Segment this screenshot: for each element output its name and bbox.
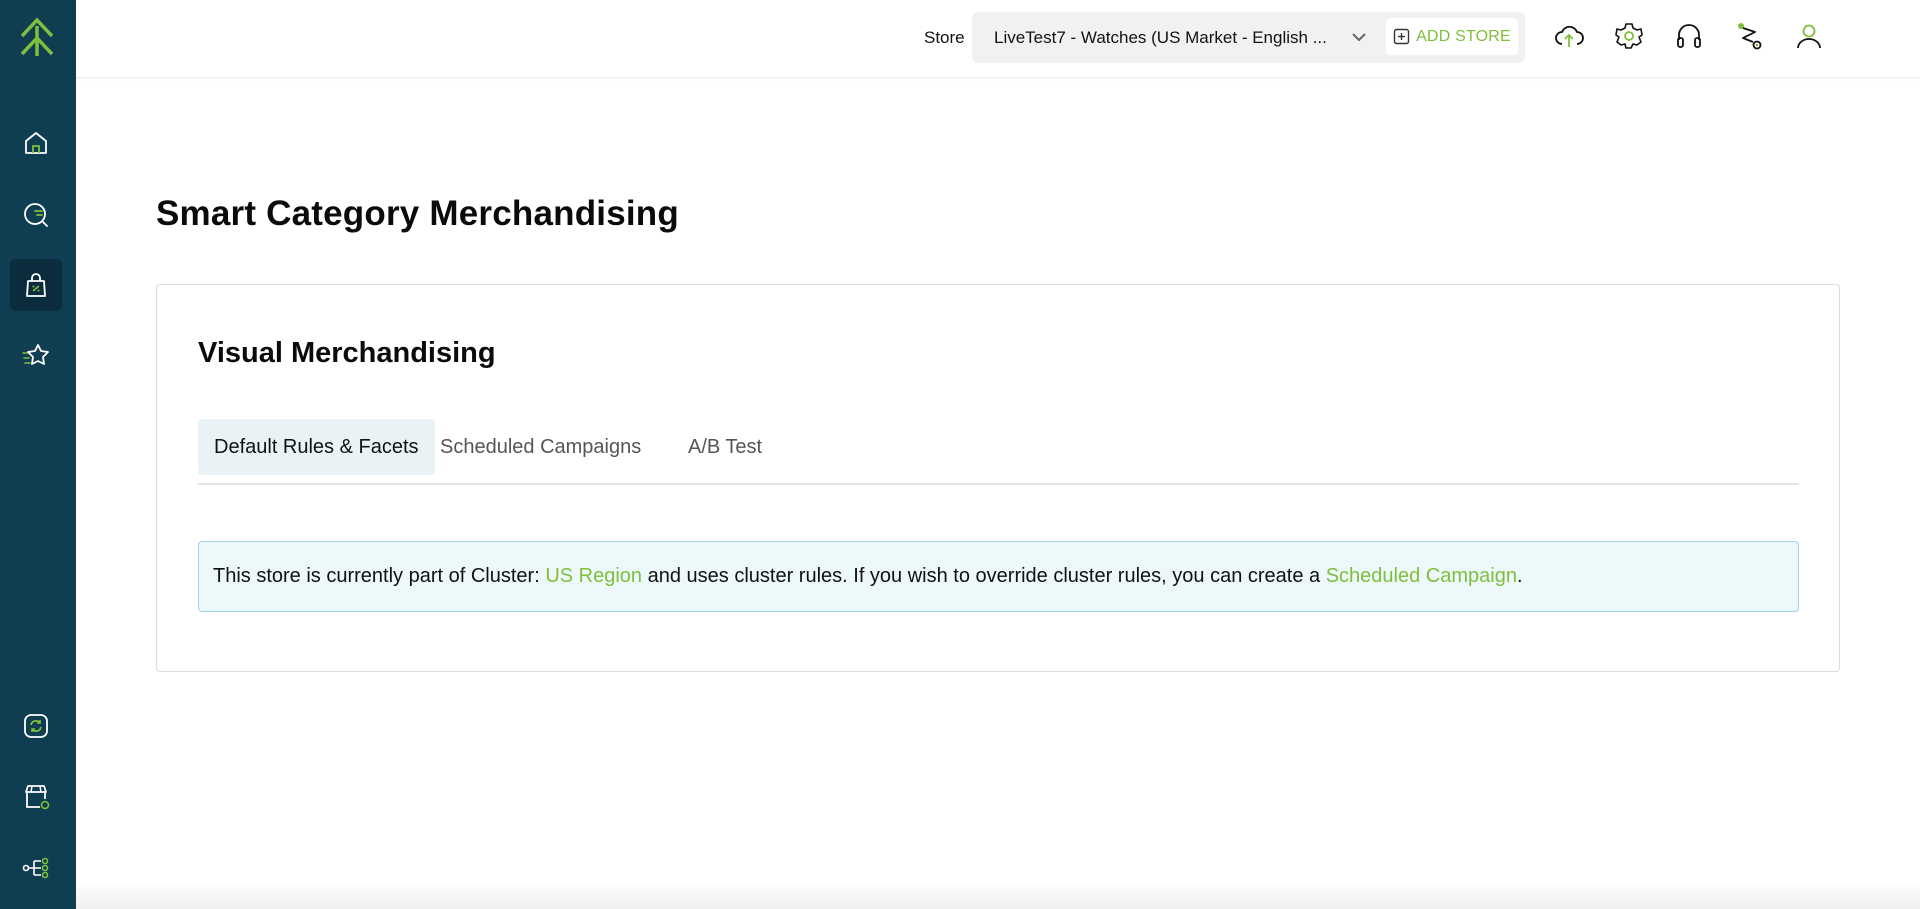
- notice-text-3: .: [1516, 565, 1523, 587]
- store-select-value[interactable]: LiveTest7 - Watches (US Market - English…: [994, 28, 1334, 48]
- sync-icon: [24, 714, 48, 738]
- headset-icon[interactable]: [1673, 20, 1705, 52]
- workflow-icon: [22, 857, 49, 879]
- search-analytics-icon: [24, 203, 48, 227]
- sidebar-item-home[interactable]: [10, 117, 62, 169]
- notice-text-1: This store is currently part of Cluster:: [213, 565, 546, 587]
- add-store-button[interactable]: ADD STORE: [1386, 18, 1518, 55]
- bottom-shadow: [76, 880, 1920, 909]
- sidebar-item-workflows[interactable]: [10, 842, 62, 894]
- add-store-label: ADD STORE: [1416, 27, 1511, 45]
- storefront-icon: [25, 785, 50, 810]
- visual-merchandising-card: Visual Merchandising Default Rules & Fac…: [156, 284, 1840, 672]
- home-icon: [25, 132, 47, 154]
- store-label: Store: [924, 28, 965, 47]
- star-list-icon: [22, 344, 49, 365]
- shopping-bag-icon: [26, 273, 46, 297]
- route-icon[interactable]: [1733, 20, 1765, 52]
- sidebar-item-recommendations[interactable]: [10, 329, 62, 381]
- notice-text-2: and uses cluster rules. If you wish to o…: [642, 565, 1326, 587]
- sidebar-item-merchandising[interactable]: [10, 259, 62, 311]
- store-selector[interactable]: LiveTest7 - Watches (US Market - English…: [972, 12, 1525, 63]
- user-icon[interactable]: [1793, 20, 1825, 52]
- sidebar-item-sync[interactable]: [10, 700, 62, 752]
- add-square-icon: [1393, 28, 1410, 45]
- scheduled-campaign-link[interactable]: Scheduled Campaign: [1326, 565, 1517, 588]
- page-title: Smart Category Merchandising: [156, 194, 679, 233]
- tab-default-rules-facets[interactable]: Default Rules & Facets: [198, 419, 435, 475]
- chevron-down-icon[interactable]: [1348, 26, 1370, 48]
- sidebar-item-stores[interactable]: [10, 771, 62, 823]
- tab-scheduled-campaigns[interactable]: Scheduled Campaigns: [424, 419, 657, 475]
- settings-gear-icon[interactable]: [1613, 20, 1645, 52]
- card-title: Visual Merchandising: [198, 337, 496, 369]
- top-header: Store LiveTest7 - Watches (US Market - E…: [76, 0, 1920, 78]
- sidebar-item-search-analytics[interactable]: [10, 188, 62, 240]
- cluster-notice: This store is currently part of Cluster:…: [198, 541, 1799, 612]
- logo-chevrons-icon[interactable]: [18, 16, 56, 58]
- sidebar: [0, 0, 76, 909]
- cluster-link[interactable]: US Region: [545, 565, 642, 588]
- tab-bar: Default Rules & Facets Scheduled Campaig…: [198, 419, 1799, 485]
- app-root: Store LiveTest7 - Watches (US Market - E…: [0, 0, 1920, 909]
- cloud-upload-icon[interactable]: [1553, 20, 1585, 52]
- tab-ab-test[interactable]: A/B Test: [672, 419, 778, 475]
